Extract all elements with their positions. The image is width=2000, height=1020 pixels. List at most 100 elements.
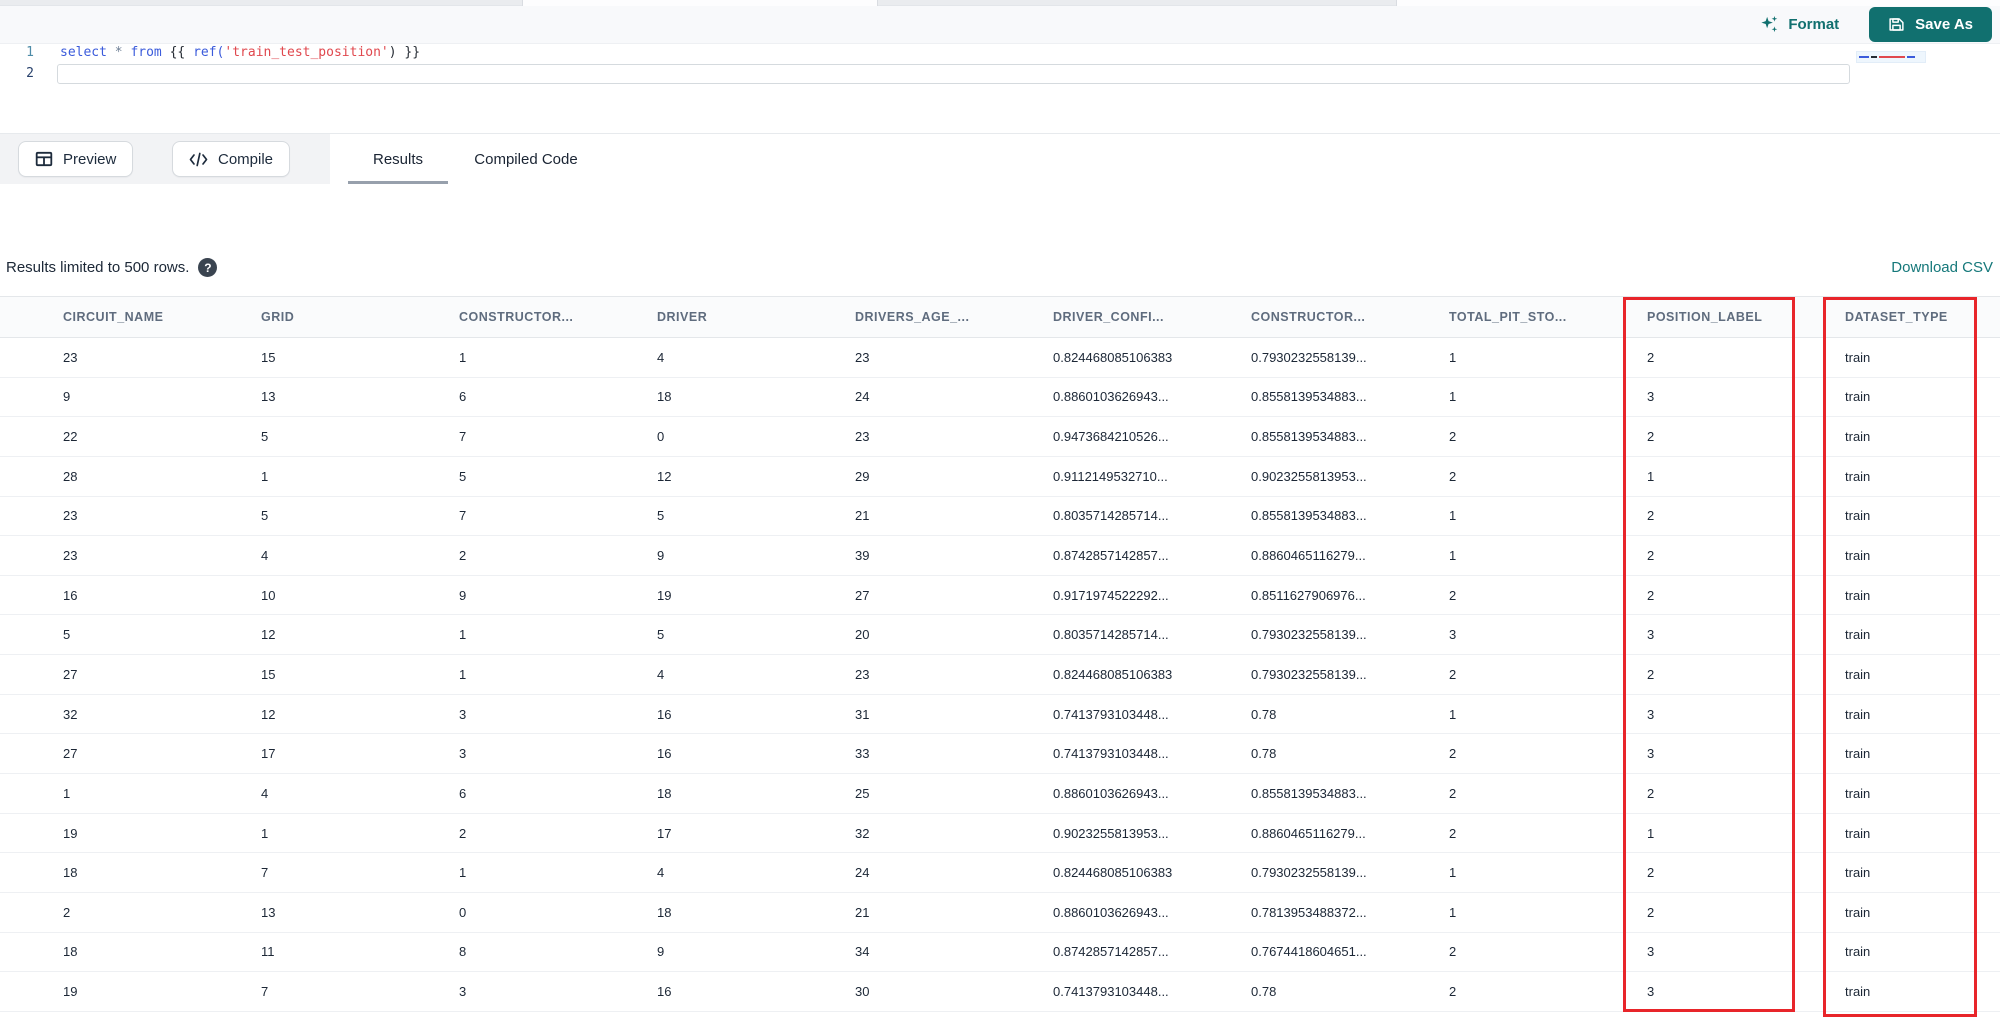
column-header-total-pit-sto: TOTAL_PIT_STO...	[1449, 310, 1567, 324]
table-cell: 0	[657, 429, 665, 445]
table-cell: 0.7413793103448...	[1053, 984, 1169, 1000]
table-cell: 16	[657, 706, 672, 722]
active-line-cursor-box[interactable]	[57, 64, 1850, 84]
table-cell: 2	[1647, 865, 1655, 881]
preview-button-label: Preview	[63, 150, 117, 168]
table-cell: 1	[1449, 706, 1457, 722]
table-cell: 2	[1449, 984, 1457, 1000]
format-button[interactable]: Format	[1760, 15, 1839, 34]
table-cell: 16	[63, 587, 78, 603]
table-cell: 2	[1449, 468, 1457, 484]
table-cell: 23	[855, 666, 870, 682]
table-cell: 3	[1647, 389, 1655, 405]
table-cell: 4	[657, 865, 665, 881]
tab-results[interactable]: Results	[348, 134, 448, 184]
code-editor[interactable]: 1 2 select * from {{ ref('train_test_pos…	[0, 44, 2000, 133]
table-cell: 17	[261, 746, 276, 762]
table-cell: 1	[1449, 508, 1457, 524]
code-token-brace: {{	[161, 45, 194, 60]
table-cell: 25	[855, 785, 870, 801]
download-csv-link[interactable]: Download CSV	[1891, 259, 1993, 276]
editor-minimap	[1856, 51, 1926, 63]
table-cell: 5	[261, 429, 269, 445]
table-cell: 19	[63, 984, 78, 1000]
table-cell: 21	[855, 508, 870, 524]
table-cell: 0.7930232558139...	[1251, 666, 1367, 682]
results-limit-text: Results limited to 500 rows.	[6, 259, 190, 276]
code-token-function: ref(	[193, 45, 225, 60]
table-cell: 2	[1449, 785, 1457, 801]
table-cell: train	[1845, 349, 1871, 365]
compile-button[interactable]: Compile	[172, 141, 291, 177]
code-icon	[189, 152, 208, 167]
table-cell: 7	[459, 508, 467, 524]
table-cell: 27	[63, 666, 78, 682]
table-cell: 1	[459, 666, 467, 682]
column-header-circuit-name: CIRCUIT_NAME	[63, 310, 164, 324]
table-cell: 2	[1647, 349, 1655, 365]
table-cell: 18	[657, 389, 672, 405]
table-cell: 0.7413793103448...	[1053, 706, 1169, 722]
table-cell: 5	[63, 627, 71, 643]
column-header-driver: DRIVER	[657, 310, 708, 324]
table-cell: 0.8860465116279...	[1251, 548, 1366, 564]
table-cell: 0.8742857142857...	[1053, 944, 1169, 960]
code-line[interactable]: select * from {{ ref('train_test_positio…	[60, 44, 420, 62]
table-cell: 0.8558139534883...	[1251, 429, 1367, 445]
table-cell: 2	[459, 548, 467, 564]
table-row: 18 11 8 9 34 0.8742857142857... 0.767441860465…	[0, 932, 2000, 973]
table-cell: 13	[261, 389, 276, 405]
table-cell: train	[1845, 944, 1871, 960]
table-row: 18 7 1 4 24 0.824468085106383 0.7930232558139.…	[0, 853, 2000, 893]
table-cell: 23	[63, 349, 78, 365]
table-cell: 13	[261, 904, 276, 920]
table-row: 1 4 6 18 25 0.8860103626943... 0.8558139534883…	[0, 774, 2000, 814]
table-body: 23 15 1 4 23 0.824468085106383 0.7930232558139…	[0, 338, 2000, 1012]
table-cell: 9	[63, 389, 71, 405]
table-cell: 2	[1449, 825, 1457, 841]
table-cell: 0.9171974522292...	[1053, 587, 1169, 603]
table-cell: 0.78	[1251, 706, 1277, 722]
help-icon[interactable]: ?	[198, 258, 218, 277]
compile-button-label: Compile	[218, 150, 274, 168]
table-cell: train	[1845, 666, 1871, 682]
table-cell: 0.9112149532710...	[1053, 468, 1168, 484]
table-cell: train	[1845, 865, 1871, 881]
preview-button[interactable]: Preview	[18, 141, 134, 177]
table-cell: 1	[459, 865, 467, 881]
table-cell: 1	[63, 785, 71, 801]
save-as-button-label: Save As	[1915, 16, 1973, 33]
tab-compiled-code-label: Compiled Code	[474, 150, 578, 168]
code-token-string: 'train_test_position'	[224, 45, 389, 60]
tab-compiled-code[interactable]: Compiled Code	[456, 134, 596, 184]
table-cell: 0.9023255813953...	[1053, 825, 1169, 841]
table-cell: 5	[657, 627, 665, 643]
table-cell: 2	[1647, 666, 1655, 682]
table-cell: 0.8742857142857...	[1053, 548, 1169, 564]
table-cell: train	[1845, 825, 1871, 841]
table-cell: 19	[657, 587, 672, 603]
table-cell: 2	[1449, 944, 1457, 960]
table-cell: train	[1845, 627, 1871, 643]
save-as-button[interactable]: Save As	[1869, 7, 1992, 42]
table-cell: 0.7930232558139...	[1251, 627, 1367, 643]
table-row: 9 13 6 18 24 0.8860103626943... 0.855813953488…	[0, 377, 2000, 418]
results-limit-note: Results limited to 500 rows. ?	[6, 258, 218, 277]
table-cell: 2	[459, 825, 467, 841]
table-cell: 3	[1449, 627, 1457, 643]
table-cell: 1	[1647, 468, 1655, 484]
tab-results-label: Results	[372, 150, 424, 168]
table-cell: 0.7930232558139...	[1251, 865, 1367, 881]
table-cell: 3	[459, 746, 467, 762]
table-cell: 28	[63, 468, 78, 484]
table-cell: 5	[657, 508, 665, 524]
format-button-label: Format	[1788, 16, 1840, 33]
table-cell: 15	[261, 666, 276, 682]
table-cell: 0.8860465116279...	[1251, 825, 1366, 841]
table-cell: 0.8558139534883...	[1251, 508, 1367, 524]
table-grid-icon	[35, 150, 53, 168]
table-cell: 31	[855, 706, 870, 722]
table-cell: 30	[855, 984, 870, 1000]
table-row: 23 5 7 5 21 0.8035714285714... 0.8558139534883…	[0, 496, 2000, 537]
table-cell: 2	[1647, 904, 1655, 920]
